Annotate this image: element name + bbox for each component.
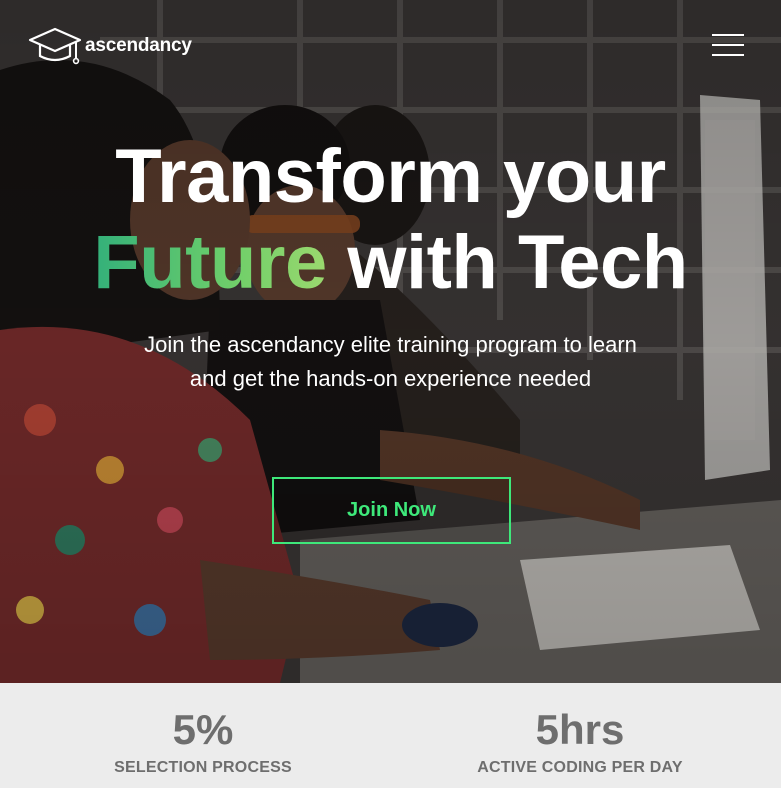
stat-active-coding: 5hrs ACTIVE CODING PER DAY [465,703,695,779]
headline-accent: Future [93,220,327,305]
brand-name: ascendancy [85,35,192,56]
stat-label: SELECTION PROCESS [114,759,292,776]
stats-section: 5% SELECTION PROCESS 5hrs ACTIVE CODING … [0,683,781,788]
headline-rest: with Tech [347,220,688,305]
navbar: ascendancy [0,0,781,90]
menu-bar [712,44,744,46]
stat-selection-process: 5% SELECTION PROCESS [100,703,306,779]
hero-section: ascendancy Transform your Future with Te… [0,0,781,683]
join-now-button[interactable]: Join Now [272,477,511,544]
hero-headline: Transform your Future with Tech [0,134,781,306]
headline-line-1: Transform your [115,134,666,219]
brand-logo[interactable]: ascendancy [27,26,192,68]
stat-label: ACTIVE CODING PER DAY [477,759,683,776]
menu-bar [712,34,744,36]
stat-value: 5hrs [535,706,625,753]
hero-subtext: Join the ascendancy elite training progr… [144,332,637,391]
menu-bar [712,54,744,56]
graduation-cap-icon [28,27,82,65]
stat-value: 5% [172,706,234,753]
hamburger-menu-icon[interactable] [712,32,746,58]
